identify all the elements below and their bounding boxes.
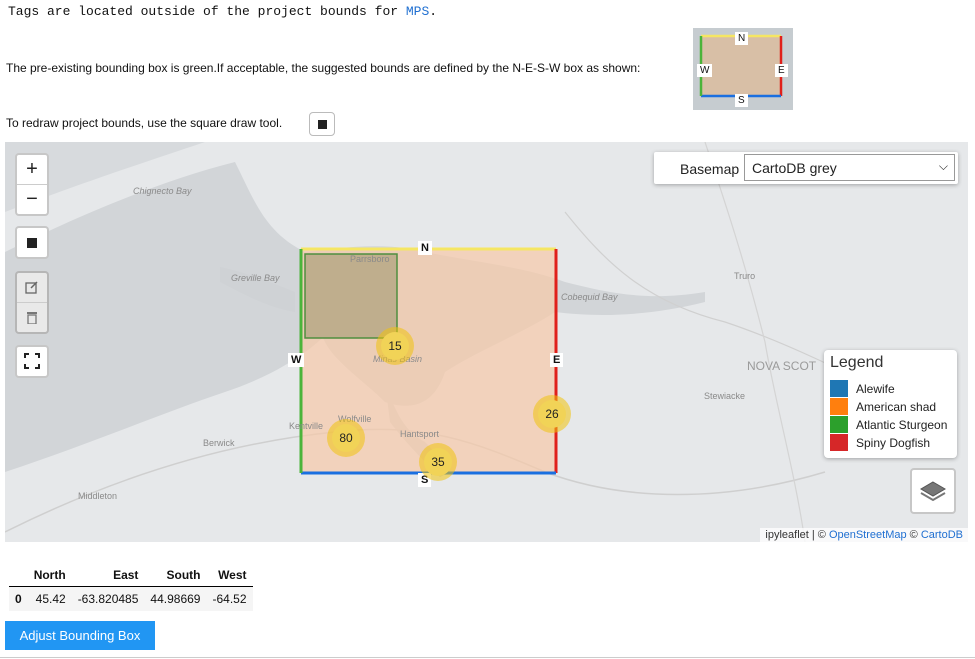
square-draw-button[interactable]	[17, 228, 47, 257]
basemap-tiles	[5, 142, 968, 542]
square-draw-icon	[309, 112, 335, 136]
project-name: MPS	[405, 4, 430, 19]
map[interactable]: Chignecto Bay Greville Bay Parrsboro Cob…	[5, 142, 968, 542]
place-chignecto: Chignecto Bay	[133, 186, 192, 196]
edit-icon	[25, 281, 38, 294]
legend-swatch	[830, 434, 848, 451]
warning-suffix: .	[429, 4, 438, 19]
zoom-in-button[interactable]: +	[17, 155, 47, 184]
legend-swatch	[830, 416, 848, 433]
table-header: North	[27, 564, 72, 587]
legend-title: Legend	[830, 354, 884, 371]
east-label: E	[550, 353, 564, 367]
bounds-thumbnail: N E S W	[693, 28, 793, 110]
thumb-south-label: S	[735, 94, 748, 107]
thumb-east-label: E	[775, 64, 788, 77]
divider	[0, 657, 975, 658]
table-row: 0 45.42 -63.820485 44.98669 -64.52	[9, 586, 253, 611]
place-berwick: Berwick	[203, 438, 235, 448]
cluster-count: 26	[538, 400, 566, 428]
place-kentville: Kentville	[289, 421, 324, 431]
table-header-row: North East South West	[9, 564, 253, 587]
attribution-prefix: ipyleaflet | ©	[765, 529, 829, 541]
description-text: The pre-existing bounding box is green.I…	[6, 61, 641, 75]
chevron-down-icon: ⌵	[938, 159, 948, 173]
layers-control-button[interactable]	[910, 468, 956, 514]
edit-control	[15, 271, 49, 334]
marker-cluster[interactable]: 26	[533, 395, 571, 433]
zoom-out-button[interactable]: −	[17, 184, 47, 214]
place-truro: Truro	[734, 271, 756, 281]
legend-label: Spiny Dogfish	[856, 436, 931, 450]
basemap-label: Basemap	[680, 161, 740, 177]
fullscreen-icon	[24, 353, 40, 369]
basemap-select[interactable]: CartoDB grey ⌵	[744, 154, 955, 181]
cluster-count: 35	[424, 448, 452, 476]
attribution-sep: ©	[906, 529, 921, 541]
place-middleton: Middleton	[78, 491, 118, 501]
table-header: South	[144, 564, 207, 587]
table-cell: -63.820485	[71, 586, 145, 611]
marker-cluster[interactable]: 15	[376, 327, 414, 365]
fullscreen-button[interactable]	[17, 347, 47, 376]
redraw-instructions: To redraw project bounds, use the square…	[6, 116, 283, 130]
cluster-count: 15	[381, 332, 409, 360]
table-cell: 0	[9, 586, 28, 611]
legend-label: American shad	[856, 400, 937, 414]
table-cell: -64.52	[206, 586, 253, 611]
legend-swatch	[830, 380, 848, 397]
place-stewiacke: Stewiacke	[704, 391, 746, 401]
warning-prefix: Tags are located outside of the project …	[8, 4, 406, 19]
osm-link[interactable]: OpenStreetMap	[829, 529, 907, 541]
table-cell: 44.98669	[144, 586, 207, 611]
basemap-selected: CartoDB grey	[752, 160, 837, 176]
legend-swatch	[830, 398, 848, 415]
draw-control	[15, 226, 49, 259]
thumb-west-label: W	[697, 64, 713, 77]
legend-label: Atlantic Sturgeon	[856, 418, 948, 432]
table-header	[9, 564, 28, 587]
cartodb-link[interactable]: CartoDB	[921, 529, 963, 541]
north-label: N	[418, 241, 432, 255]
legend-label: Alewife	[856, 382, 895, 396]
marker-cluster[interactable]: 35	[419, 443, 457, 481]
bounds-table: North East South West 0 45.42 -63.820485…	[9, 564, 253, 611]
edit-layers-button[interactable]	[17, 273, 47, 302]
fullscreen-control	[15, 345, 49, 378]
map-attribution: ipyleaflet | © OpenStreetMap © CartoDB	[760, 528, 968, 542]
place-greville: Greville Bay	[231, 273, 280, 283]
west-label: W	[288, 353, 305, 367]
thumb-north-label: N	[735, 32, 749, 45]
place-hantsport: Hantsport	[400, 429, 440, 439]
layers-icon	[920, 481, 946, 502]
table-header: East	[71, 564, 145, 587]
trash-icon	[27, 312, 37, 325]
zoom-control: + −	[15, 153, 49, 216]
delete-layers-button[interactable]	[17, 302, 47, 332]
basemap-control: Basemap CartoDB grey ⌵	[654, 152, 958, 184]
table-header: West	[206, 564, 253, 587]
adjust-bounding-box-button[interactable]: Adjust Bounding Box	[5, 621, 155, 650]
legend: Legend Alewife American shad Atlantic St…	[824, 350, 957, 458]
warning-text: Tags are located outside of the project …	[8, 4, 437, 19]
place-parrsboro: Parrsboro	[350, 254, 390, 264]
table-cell: 45.42	[27, 586, 72, 611]
place-nova-scotia: NOVA SCOT	[747, 359, 817, 373]
place-cobequid: Cobequid Bay	[561, 292, 618, 302]
marker-cluster[interactable]: 80	[327, 419, 365, 457]
cluster-count: 80	[332, 424, 360, 452]
